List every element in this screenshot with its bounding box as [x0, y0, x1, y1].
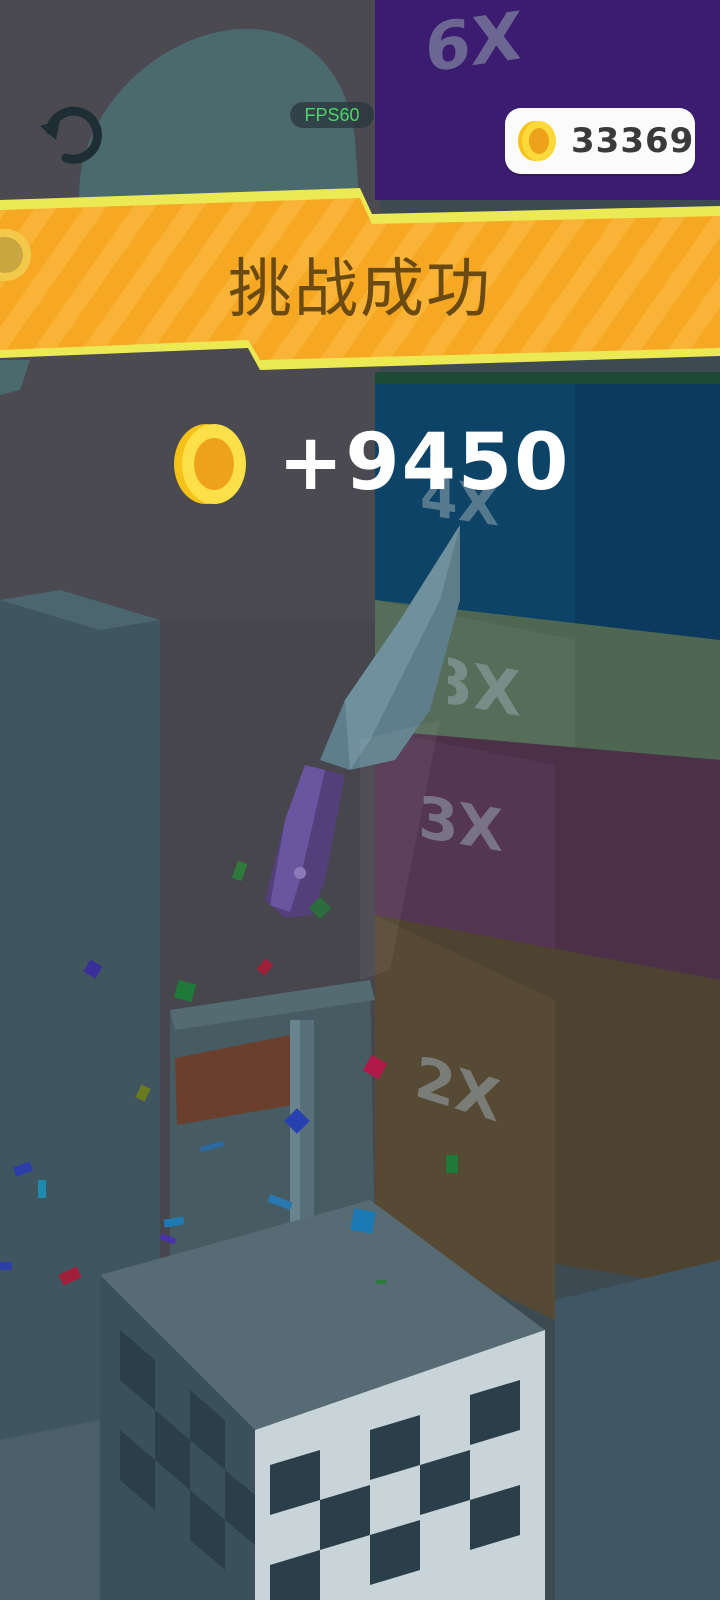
restart-icon[interactable] [36, 100, 108, 172]
fps-counter: FPS60 [290, 102, 374, 128]
tier-6x-label: 6X [425, 0, 522, 88]
reward-amount: +9450 [170, 418, 590, 508]
coin-balance: 33369 [505, 108, 695, 174]
result-title: 挑战成功 [228, 253, 492, 327]
reward-value: +9450 [278, 418, 571, 508]
coin-icon [518, 121, 556, 161]
coin-icon [174, 424, 246, 504]
coin-balance-value: 33369 [571, 121, 695, 161]
coin-icon [0, 229, 31, 281]
